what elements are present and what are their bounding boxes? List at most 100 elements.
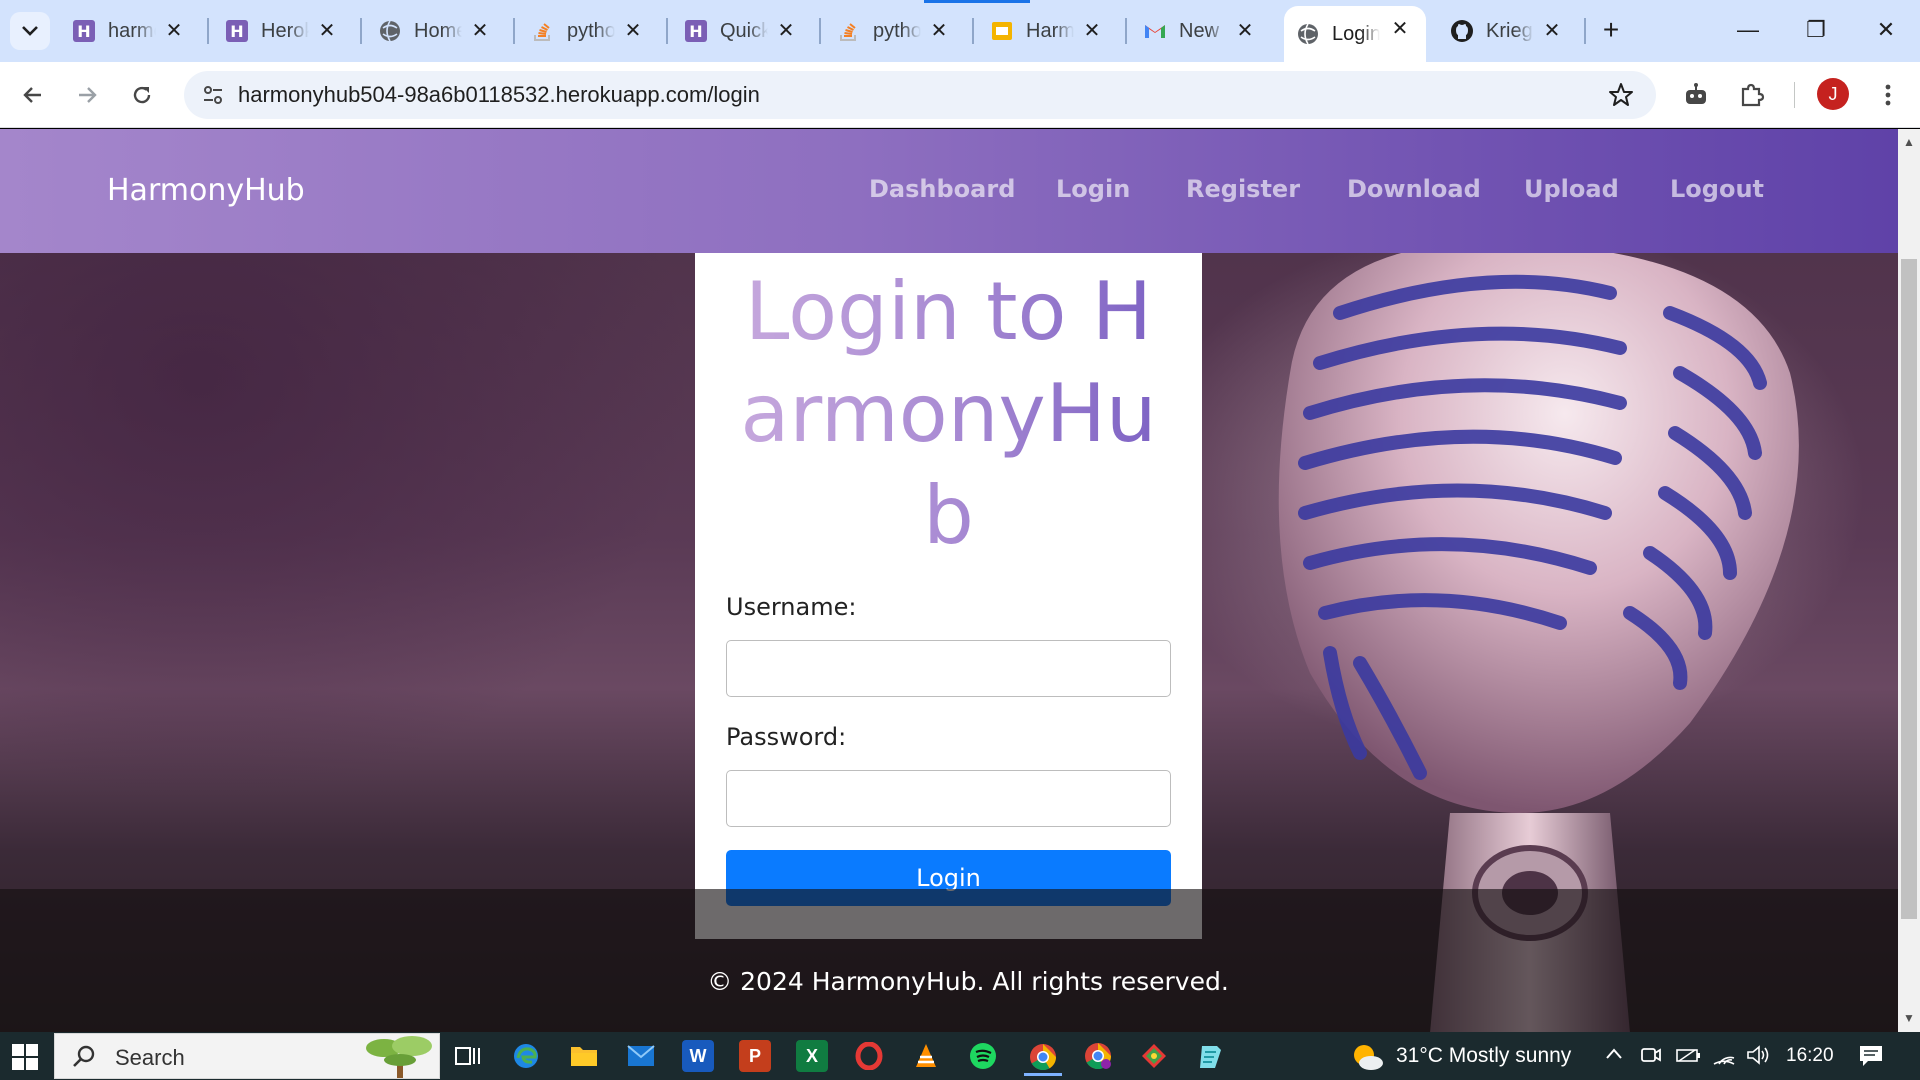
browser-tab-7[interactable]: Harm ✕ <box>978 8 1118 54</box>
browser-menu-button[interactable] <box>1870 77 1906 113</box>
nav-link-download[interactable]: Download <box>1347 175 1481 203</box>
close-icon[interactable]: ✕ <box>1233 18 1257 42</box>
file-explorer-icon[interactable] <box>568 1040 600 1072</box>
nav-link-register[interactable]: Register <box>1186 175 1300 203</box>
profile-avatar[interactable]: J <box>1817 78 1849 110</box>
brand-logo[interactable]: HarmonyHub <box>107 173 305 208</box>
edge-icon[interactable] <box>510 1040 542 1072</box>
close-icon[interactable]: ✕ <box>774 18 798 42</box>
close-icon[interactable]: ✕ <box>927 18 951 42</box>
bookmark-star-icon[interactable] <box>1608 82 1634 113</box>
footer-copyright: © 2024 HarmonyHub. All rights reserved. <box>707 967 1229 996</box>
tab-title: New <box>1179 19 1220 42</box>
extensions-puzzle-icon[interactable] <box>1734 77 1770 113</box>
chevron-down-icon <box>22 26 38 36</box>
wifi-icon[interactable] <box>1712 1044 1736 1072</box>
close-icon[interactable]: ✕ <box>162 18 186 42</box>
taskbar-search-box[interactable]: Search <box>54 1033 440 1079</box>
tab-title: Quick <box>720 19 768 42</box>
url-text[interactable]: harmonyhub504-98a6b0118532.herokuapp.com… <box>238 82 760 108</box>
browser-tab-6[interactable]: python ✕ <box>825 8 965 54</box>
restore-button[interactable]: ❐ <box>1796 10 1836 50</box>
page-scrollbar[interactable]: ▲ ▼ <box>1898 129 1920 1032</box>
minimize-button[interactable]: — <box>1728 10 1768 50</box>
close-icon[interactable]: ✕ <box>1080 18 1104 42</box>
new-tab-button[interactable]: + <box>1596 14 1626 45</box>
scroll-down-arrow-icon[interactable]: ▼ <box>1902 1011 1916 1025</box>
page-viewport: HarmonyHub Dashboard Login Register Down… <box>0 129 1898 1032</box>
site-footer: © 2024 HarmonyHub. All rights reserved. <box>0 889 1898 1032</box>
stackoverflow-icon <box>837 19 861 43</box>
meet-now-icon[interactable] <box>1640 1044 1662 1072</box>
volume-icon[interactable] <box>1746 1044 1772 1072</box>
search-highlight-tree-icon <box>366 1036 432 1078</box>
close-icon[interactable]: ✕ <box>315 18 339 42</box>
chevron-up-icon[interactable] <box>1604 1044 1624 1070</box>
arrow-right-icon <box>79 87 97 103</box>
browser-tab-active[interactable]: Login ✕ <box>1284 6 1426 62</box>
tab-title: Login <box>1332 22 1380 45</box>
task-view-icon[interactable] <box>452 1040 484 1072</box>
svg-text:H: H <box>77 22 90 41</box>
spotify-icon[interactable] <box>967 1040 999 1072</box>
tab-separator <box>1584 18 1586 44</box>
browser-tab-5[interactable]: H Quick ✕ <box>672 8 812 54</box>
browser-tab-10[interactable]: Krieg ✕ <box>1438 8 1578 54</box>
weather-text[interactable]: 31°C Mostly sunny <box>1396 1044 1571 1068</box>
browser-tab-2[interactable]: H Heroku ✕ <box>213 8 353 54</box>
browser-tab-1[interactable]: H harmonyhub ✕ <box>60 8 200 54</box>
excel-icon[interactable]: X <box>796 1040 828 1072</box>
browser-tab-8[interactable]: New ✕ <box>1131 8 1271 54</box>
login-card: Login to HarmonyHub Username: Password: … <box>695 253 1202 939</box>
browser-tab-3[interactable]: Home ✕ <box>366 8 506 54</box>
back-button[interactable] <box>15 77 51 113</box>
close-window-button[interactable]: ✕ <box>1866 10 1906 50</box>
powerpoint-icon[interactable]: P <box>739 1040 771 1072</box>
scrollbar-thumb[interactable] <box>1901 259 1917 919</box>
word-icon[interactable]: W <box>682 1040 714 1072</box>
battery-icon[interactable] <box>1675 1044 1701 1072</box>
nav-link-login[interactable]: Login <box>1056 175 1130 203</box>
heroku-icon: H <box>72 19 96 43</box>
reload-icon <box>133 86 151 104</box>
close-icon[interactable]: ✕ <box>621 18 645 42</box>
slides-icon <box>990 19 1014 43</box>
tab-search-button[interactable] <box>10 12 50 50</box>
scroll-up-arrow-icon[interactable]: ▲ <box>1902 135 1916 149</box>
notepad-icon[interactable] <box>1195 1040 1227 1072</box>
tab-separator <box>972 18 974 44</box>
forward-button[interactable] <box>69 77 105 113</box>
vlc-icon[interactable] <box>910 1040 942 1072</box>
tab-title: Heroku <box>261 19 309 42</box>
tab-separator <box>1125 18 1127 44</box>
clock-time[interactable]: 16:20 <box>1786 1045 1834 1067</box>
weather-sun-cloud-icon[interactable] <box>1350 1042 1384 1072</box>
nav-link-upload[interactable]: Upload <box>1524 175 1619 203</box>
notifications-icon[interactable] <box>1858 1044 1884 1074</box>
close-icon[interactable]: ✕ <box>468 18 492 42</box>
mail-icon[interactable] <box>625 1040 657 1072</box>
extension-robot-icon[interactable] <box>1678 77 1714 113</box>
nav-link-logout[interactable]: Logout <box>1670 175 1764 203</box>
chrome-icon-active[interactable] <box>1024 1040 1062 1076</box>
arrow-left-icon <box>23 87 41 103</box>
git-kraken-icon[interactable] <box>1138 1040 1170 1072</box>
address-bar[interactable]: harmonyhub504-98a6b0118532.herokuapp.com… <box>184 71 1656 119</box>
password-input[interactable] <box>726 770 1171 827</box>
tab-separator <box>819 18 821 44</box>
tab-title: Harm <box>1026 19 1074 42</box>
tab-title: harmonyhub <box>108 19 156 42</box>
loading-indicator <box>924 0 1030 3</box>
close-icon[interactable]: ✕ <box>1540 18 1564 42</box>
username-input[interactable] <box>726 640 1171 697</box>
windows-start-icon[interactable] <box>12 1044 38 1070</box>
tab-separator <box>207 18 209 44</box>
opera-icon[interactable] <box>853 1040 885 1072</box>
reload-button[interactable] <box>124 77 160 113</box>
nav-link-dashboard[interactable]: Dashboard <box>869 175 1015 203</box>
browser-tab-4[interactable]: python ✕ <box>519 8 659 54</box>
close-icon[interactable]: ✕ <box>1388 16 1412 40</box>
more-vert-icon <box>1885 84 1891 106</box>
chrome-profile-icon[interactable] <box>1082 1040 1114 1072</box>
site-info-icon[interactable] <box>202 84 224 111</box>
